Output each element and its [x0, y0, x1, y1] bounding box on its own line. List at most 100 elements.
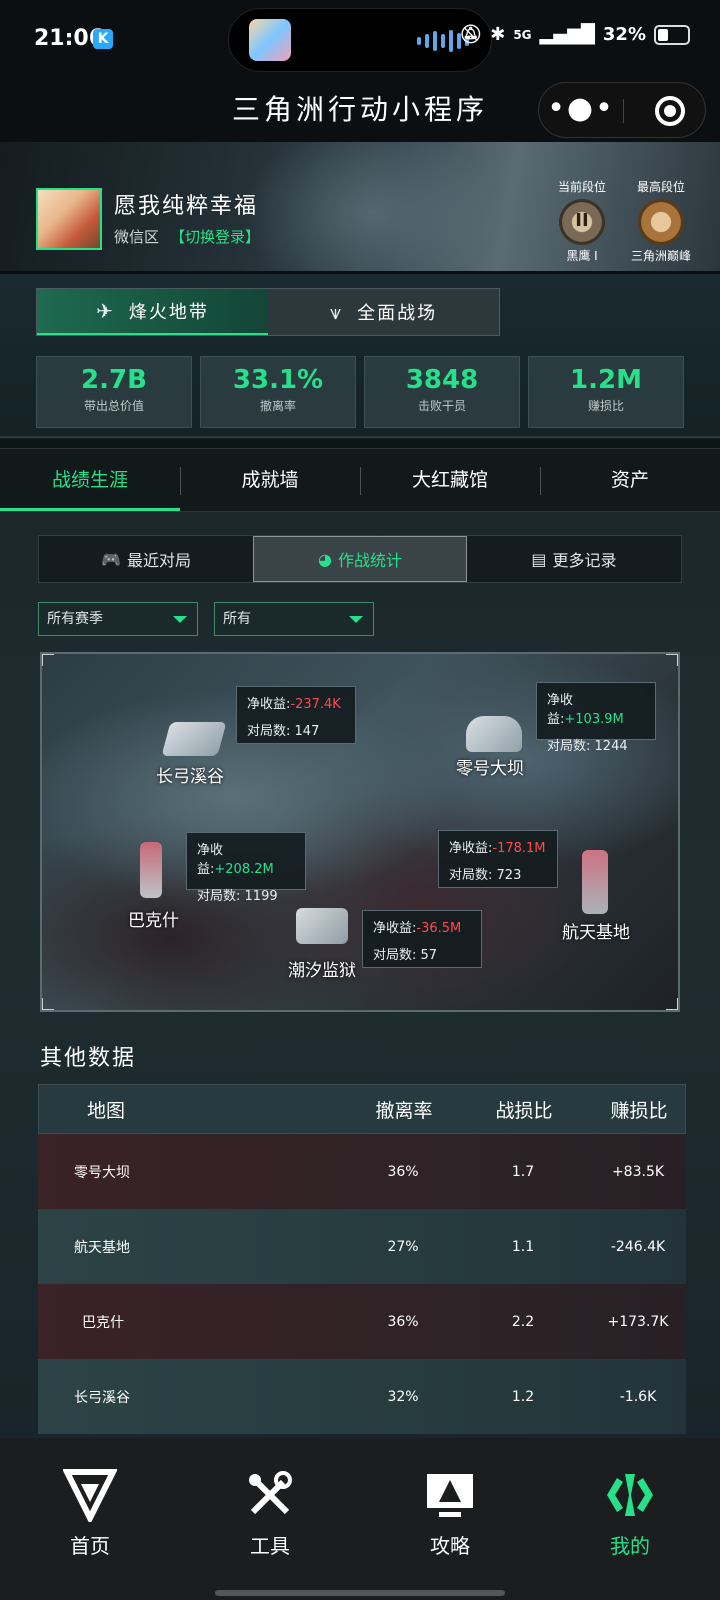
tab-collection[interactable]: 大红藏馆 — [360, 449, 540, 511]
nav-tools[interactable]: 工具 — [210, 1468, 330, 1559]
battery-icon — [654, 24, 690, 45]
cell-map: 零号大坝 — [74, 1164, 130, 1181]
home-indicator[interactable] — [215, 1590, 505, 1596]
map-corner — [42, 654, 54, 666]
chevron-down-icon — [349, 616, 363, 623]
map-structure-longbow-icon[interactable] — [161, 722, 227, 756]
games-label: 对局数: — [373, 948, 417, 963]
app-badge-icon: K — [93, 29, 113, 49]
stat-label: 赚损比 — [587, 399, 624, 413]
tab-battle-stats[interactable]: ◕ 作战统计 — [253, 536, 467, 582]
cell-kd: 1.1 — [511, 1238, 535, 1255]
mode-tab-label: 全面战场 — [357, 303, 438, 324]
dynamic-island[interactable] — [228, 8, 492, 72]
profit-value: +208.2M — [214, 862, 274, 877]
zone-label: 微信区 — [114, 228, 160, 246]
table-row[interactable]: 巴克什 36% 2.2 +173.7K — [38, 1284, 686, 1359]
map-info-longbow: 净收益:-237.4K 对局数: 147 — [236, 686, 356, 744]
sub-tab-label: 更多记录 — [552, 551, 617, 570]
tab-career[interactable]: 战绩生涯 — [0, 449, 180, 511]
map-structure-bakesh-icon[interactable] — [140, 842, 162, 898]
nav-profile[interactable]: 我的 — [570, 1468, 690, 1559]
cell-map: 长弓溪谷 — [74, 1389, 130, 1406]
map-info-spacebase: 净收益:-178.1M 对局数: 723 — [438, 830, 558, 888]
nav-home[interactable]: 首页 — [30, 1468, 150, 1559]
tab-full-battlefield[interactable]: ⩛ 全面战场 — [268, 289, 499, 335]
status-right: 🔕︎ ✱ 5G ▂▄▆█ 32% — [459, 24, 690, 45]
sub-tab-label: 最近对局 — [126, 551, 191, 570]
section-tabs: 战绩生涯 成就墙 大红藏馆 资产 — [0, 448, 720, 512]
gamepad-icon: 🎮 — [101, 549, 121, 569]
profit-label: 净收益: — [373, 921, 417, 936]
games-label: 对局数: — [247, 724, 291, 739]
tab-recent-matches[interactable]: 🎮 最近对局 — [39, 536, 253, 582]
network-label: 5G — [513, 27, 532, 42]
nav-guide[interactable]: 攻略 — [390, 1468, 510, 1559]
map-label-prison[interactable]: 潮汐监狱 — [288, 956, 356, 981]
max-rank-name: 三角洲巅峰 — [630, 249, 691, 263]
tools-icon — [243, 1468, 297, 1522]
map-label-dam[interactable]: 零号大坝 — [456, 754, 524, 779]
map-info-bakesh: 净收益:+208.2M 对局数: 1199 — [186, 832, 306, 904]
header-profit: 赚损比 — [610, 1099, 668, 1122]
pie-chart-icon: ◕ — [318, 549, 332, 569]
cell-profit: -246.4K — [610, 1238, 666, 1255]
cell-kd: 1.7 — [511, 1163, 535, 1180]
profit-value: +103.9M — [564, 712, 624, 727]
table-row[interactable]: 零号大坝 36% 1.7 +83.5K — [38, 1134, 686, 1209]
section-title: 其他数据 — [40, 1046, 137, 1071]
cell-kd: 1.2 — [511, 1388, 535, 1405]
cell-map: 巴克什 — [82, 1314, 124, 1331]
current-rank: 当前段位 II 黑鹰 I — [542, 178, 622, 264]
close-miniprogram-icon[interactable] — [655, 96, 685, 126]
stat-label: 撤离率 — [259, 399, 296, 413]
map-corner — [666, 998, 678, 1010]
map-label-longbow[interactable]: 长弓溪谷 — [156, 762, 224, 787]
games-value: 1244 — [594, 739, 628, 754]
stat-label: 击败干员 — [417, 399, 466, 413]
tab-more-records[interactable]: ▤ 更多记录 — [467, 536, 681, 582]
current-rank-label: 当前段位 — [557, 180, 606, 194]
bottom-nav: 首页 工具 攻略 我的 — [0, 1438, 720, 1600]
mode-tab-label: 烽火地带 — [128, 302, 209, 323]
map-label-bakesh[interactable]: 巴克什 — [128, 906, 179, 931]
island-avatar — [249, 19, 291, 61]
stat-label: 带出总价值 — [83, 399, 144, 413]
title-bar: 三角洲行动小程序 •●• — [0, 78, 720, 142]
switch-login-link[interactable]: 【切换登录】 — [170, 226, 260, 247]
tab-achievements[interactable]: 成就墙 — [180, 449, 360, 511]
profile-logo-icon — [603, 1468, 657, 1522]
stat-kills: 3848 击败干员 — [364, 356, 520, 428]
header-kd: 战损比 — [495, 1099, 553, 1122]
stat-total-value: 2.7B 带出总价值 — [36, 356, 192, 428]
header-rate: 撤离率 — [375, 1099, 433, 1122]
season-select[interactable]: 所有赛季 — [38, 602, 198, 636]
guide-icon — [423, 1468, 477, 1522]
map-structure-spacebase-icon[interactable] — [582, 850, 608, 914]
home-logo-icon — [62, 1468, 118, 1525]
games-value: 57 — [420, 948, 438, 963]
map-structure-prison-icon[interactable] — [296, 908, 348, 944]
stat-value: 1.2M — [570, 365, 642, 395]
map-overview: 长弓溪谷 净收益:-237.4K 对局数: 147 零号大坝 净收益: +103.… — [40, 652, 680, 1012]
map-structure-dam-icon[interactable] — [466, 716, 522, 752]
profit-value: -237.4K — [290, 697, 341, 712]
profile-banner: 愿我纯粹幸福 微信区 【切换登录】 当前段位 II 黑鹰 I 最高段位 三角洲巅… — [0, 142, 720, 274]
capsule-divider — [623, 99, 624, 123]
document-icon: ▤ — [531, 549, 547, 569]
table-row[interactable]: 长弓溪谷 32% 1.2 -1.6K — [38, 1359, 686, 1434]
table-row[interactable]: 航天基地 27% 1.1 -246.4K — [38, 1209, 686, 1284]
scope-select[interactable]: 所有 — [214, 602, 374, 636]
map-label-spacebase[interactable]: 航天基地 — [562, 918, 630, 943]
avatar[interactable] — [36, 188, 102, 250]
cell-rate: 36% — [387, 1313, 419, 1330]
profit-label: 净收益: — [247, 697, 291, 712]
tab-assets[interactable]: 资产 — [540, 449, 720, 511]
cell-rate: 27% — [387, 1238, 419, 1255]
stat-value: 3848 — [405, 365, 479, 395]
more-button[interactable]: •●• — [539, 83, 623, 139]
tab-hazard-zone[interactable]: ✈ 烽火地带 — [37, 289, 268, 335]
stat-profit-ratio: 1.2M 赚损比 — [528, 356, 684, 428]
cell-rate: 36% — [387, 1163, 419, 1180]
cell-map: 航天基地 — [74, 1239, 130, 1256]
